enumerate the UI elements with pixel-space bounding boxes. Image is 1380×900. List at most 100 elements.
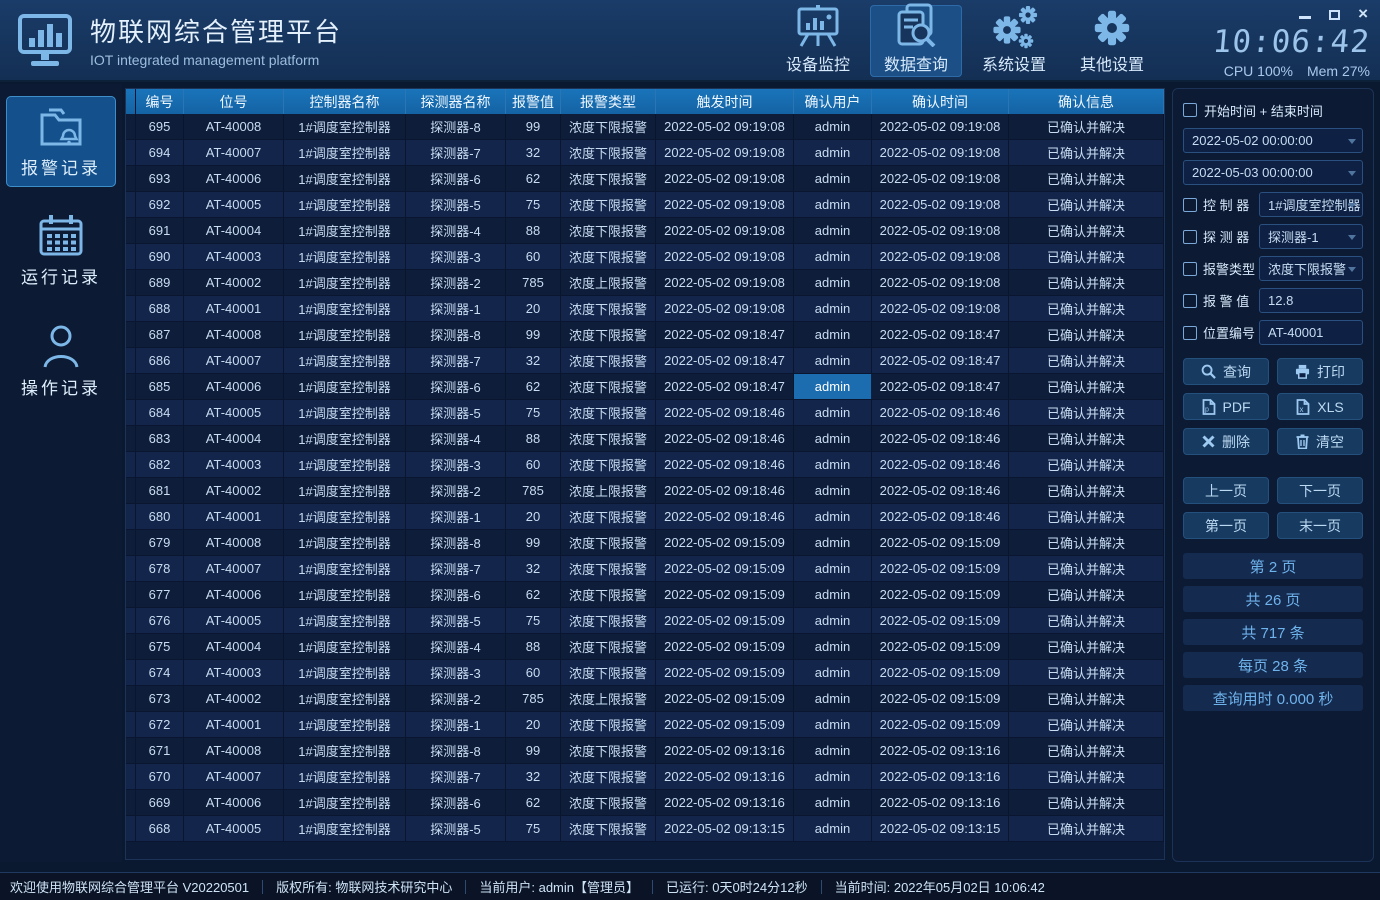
table-cell[interactable]: 2022-05-02 09:18:46	[872, 478, 1009, 503]
table-cell[interactable]: 已确认并解决	[1009, 582, 1164, 607]
table-row[interactable]: 677AT-400061#调度室控制器探测器-662浓度下限报警2022-05-…	[126, 582, 1164, 608]
table-cell[interactable]: 2022-05-02 09:13:15	[656, 816, 794, 841]
sidebar-item-alarm-records[interactable]: 报警记录	[6, 96, 116, 187]
table-cell[interactable]: 探测器-8	[406, 114, 506, 139]
table-cell[interactable]: 已确认并解决	[1009, 166, 1164, 191]
sidebar-item-operation-records[interactable]: 操作记录	[6, 314, 116, 407]
table-cell[interactable]: 75	[506, 608, 561, 633]
table-cell[interactable]: 1#调度室控制器	[284, 244, 406, 269]
table-cell[interactable]: 浓度下限报警	[561, 348, 656, 373]
table-cell[interactable]: 32	[506, 348, 561, 373]
table-cell[interactable]: 2022-05-02 09:19:08	[656, 244, 794, 269]
alarm-type-select[interactable]: 浓度下限报警	[1259, 256, 1363, 281]
table-cell[interactable]: admin	[794, 530, 872, 555]
table-cell[interactable]: 浓度下限报警	[561, 764, 656, 789]
table-cell[interactable]: 已确认并解决	[1009, 296, 1164, 321]
table-cell[interactable]: 已确认并解决	[1009, 218, 1164, 243]
table-cell[interactable]: 2022-05-02 09:15:09	[656, 556, 794, 581]
table-cell[interactable]: 684	[136, 400, 184, 425]
controller-select[interactable]: 1#调度室控制器	[1259, 192, 1363, 217]
xls-button[interactable]: xXLS	[1277, 393, 1363, 420]
table-cell[interactable]: AT-40005	[184, 608, 284, 633]
detector-select[interactable]: 探测器-1	[1259, 224, 1363, 249]
table-cell[interactable]: 探测器-6	[406, 374, 506, 399]
alarm-type-checkbox[interactable]	[1183, 262, 1197, 276]
table-cell[interactable]: AT-40002	[184, 478, 284, 503]
table-cell[interactable]: 探测器-5	[406, 816, 506, 841]
table-cell[interactable]: 1#调度室控制器	[284, 322, 406, 347]
table-cell[interactable]: 75	[506, 816, 561, 841]
table-cell[interactable]: 探测器-5	[406, 400, 506, 425]
table-row[interactable]: 673AT-400021#调度室控制器探测器-2785浓度上限报警2022-05…	[126, 686, 1164, 712]
table-cell[interactable]: 探测器-6	[406, 790, 506, 815]
table-cell[interactable]: 2022-05-02 09:18:46	[656, 478, 794, 503]
time-range-checkbox[interactable]	[1183, 103, 1197, 117]
table-cell[interactable]: 浓度下限报警	[561, 582, 656, 607]
table-cell[interactable]: 2022-05-02 09:19:08	[872, 296, 1009, 321]
detector-checkbox[interactable]	[1183, 230, 1197, 244]
table-cell[interactable]: 已确认并解决	[1009, 426, 1164, 451]
table-cell[interactable]: 已确认并解决	[1009, 192, 1164, 217]
table-cell[interactable]: admin	[794, 816, 872, 841]
column-header[interactable]: 确认信息	[1009, 89, 1164, 114]
table-cell[interactable]: 探测器-6	[406, 166, 506, 191]
table-cell[interactable]: admin	[794, 634, 872, 659]
table-row[interactable]: 688AT-400011#调度室控制器探测器-120浓度下限报警2022-05-…	[126, 296, 1164, 322]
table-cell[interactable]: 已确认并解决	[1009, 816, 1164, 841]
table-cell[interactable]: 已确认并解决	[1009, 660, 1164, 685]
table-cell[interactable]: 浓度下限报警	[561, 556, 656, 581]
table-cell[interactable]: 62	[506, 582, 561, 607]
table-cell[interactable]: 1#调度室控制器	[284, 634, 406, 659]
table-cell[interactable]: 2022-05-02 09:18:47	[872, 374, 1009, 399]
table-cell[interactable]: 探测器-7	[406, 348, 506, 373]
table-cell[interactable]: 2022-05-02 09:19:08	[872, 166, 1009, 191]
nav-item-data-query[interactable]: 数据查询	[870, 5, 962, 77]
table-cell[interactable]: 2022-05-02 09:15:09	[872, 712, 1009, 737]
table-cell[interactable]: 2022-05-02 09:15:09	[872, 530, 1009, 555]
table-cell[interactable]: 2022-05-02 09:15:09	[656, 712, 794, 737]
nav-item-device-monitor[interactable]: 设备监控	[772, 5, 864, 77]
table-cell[interactable]: 浓度下限报警	[561, 738, 656, 763]
table-cell[interactable]: 探测器-1	[406, 712, 506, 737]
table-cell[interactable]: 1#调度室控制器	[284, 218, 406, 243]
table-cell[interactable]: AT-40005	[184, 816, 284, 841]
table-cell[interactable]: admin	[794, 400, 872, 425]
table-cell[interactable]: 681	[136, 478, 184, 503]
column-header[interactable]: 报警类型	[561, 89, 656, 114]
table-cell[interactable]: AT-40006	[184, 582, 284, 607]
table-cell[interactable]: 1#调度室控制器	[284, 452, 406, 477]
table-cell[interactable]: 已确认并解决	[1009, 400, 1164, 425]
table-row[interactable]: 692AT-400051#调度室控制器探测器-575浓度下限报警2022-05-…	[126, 192, 1164, 218]
table-cell[interactable]: 已确认并解决	[1009, 712, 1164, 737]
table-cell[interactable]: 已确认并解决	[1009, 374, 1164, 399]
table-cell[interactable]: admin	[794, 608, 872, 633]
table-cell[interactable]: AT-40008	[184, 738, 284, 763]
table-cell[interactable]: 浓度下限报警	[561, 452, 656, 477]
table-cell[interactable]: 2022-05-02 09:19:08	[656, 166, 794, 191]
table-cell[interactable]: 75	[506, 192, 561, 217]
table-cell[interactable]: AT-40001	[184, 296, 284, 321]
table-cell[interactable]: 99	[506, 530, 561, 555]
table-cell[interactable]: 2022-05-02 09:15:09	[872, 634, 1009, 659]
table-cell[interactable]: 探测器-8	[406, 530, 506, 555]
table-cell[interactable]: 浓度下限报警	[561, 608, 656, 633]
table-cell[interactable]: 浓度下限报警	[561, 114, 656, 139]
minimize-icon[interactable]	[1299, 6, 1311, 22]
table-cell[interactable]: 672	[136, 712, 184, 737]
table-cell[interactable]: 88	[506, 426, 561, 451]
table-cell[interactable]: admin	[794, 140, 872, 165]
table-cell[interactable]: 693	[136, 166, 184, 191]
table-cell[interactable]: 探测器-3	[406, 244, 506, 269]
table-cell[interactable]: 探测器-5	[406, 192, 506, 217]
table-cell[interactable]: 已确认并解决	[1009, 504, 1164, 529]
table-cell[interactable]: 2022-05-02 09:13:15	[872, 816, 1009, 841]
table-cell[interactable]: admin	[794, 166, 872, 191]
table-row[interactable]: 676AT-400051#调度室控制器探测器-575浓度下限报警2022-05-…	[126, 608, 1164, 634]
table-cell[interactable]: 浓度下限报警	[561, 634, 656, 659]
table-cell[interactable]: 2022-05-02 09:19:08	[872, 192, 1009, 217]
table-cell[interactable]: AT-40001	[184, 712, 284, 737]
nav-item-other-settings[interactable]: 其他设置	[1066, 5, 1158, 77]
column-header[interactable]: 探测器名称	[406, 89, 506, 114]
table-cell[interactable]: admin	[794, 556, 872, 581]
table-cell[interactable]: admin	[794, 270, 872, 295]
